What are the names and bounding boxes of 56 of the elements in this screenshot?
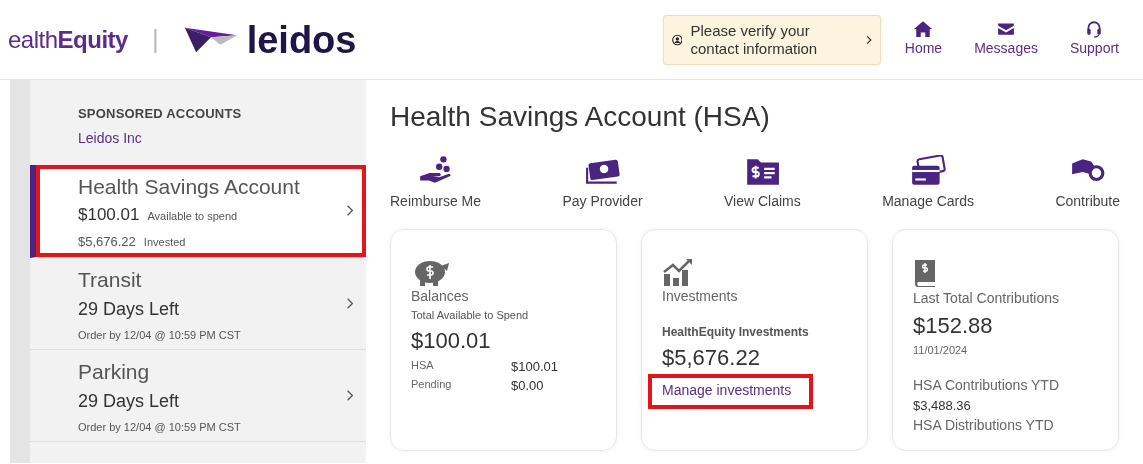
contribution-date: 11/01/2024 [913, 343, 969, 358]
account-title: Parking [78, 359, 151, 385]
chevron-right-icon [346, 389, 354, 402]
headset-icon [1085, 20, 1104, 38]
action-button[interactable]: View Claims [724, 154, 801, 213]
investment-amount: $5,676.22 [662, 344, 761, 372]
sponsor-name: Leidos Inc [78, 128, 143, 148]
healthequity-logo[interactable]: ealthEquity [8, 21, 128, 58]
amount-caption: Available to spend [147, 209, 238, 224]
balance-amount: $100.01 [411, 326, 492, 355]
card-title: Last Total Contributions [913, 289, 1061, 308]
account-title: Transit [78, 267, 143, 293]
stat-value: $3,488.36 [913, 396, 972, 415]
amount: $5,676.22 [78, 232, 136, 251]
card-subtitle: HealthEquity Investments [662, 324, 810, 341]
leidos-logo[interactable]: leidos [182, 20, 357, 59]
nav-home-link[interactable]: Home [896, 19, 951, 60]
days-left: 29 Days Left [78, 389, 181, 413]
chevron-right-icon [346, 297, 354, 310]
action-button[interactable]: Manage Cards [882, 154, 974, 213]
account-item[interactable]: Health Savings Account $100.01 Available to spend $5,676.22 Invested [30, 164, 366, 258]
days-left: 29 Days Left [78, 297, 181, 321]
stat-label: HSA Distributions YTD [913, 416, 1055, 435]
credit-cards-icon [910, 155, 947, 187]
account-item[interactable]: Parking 29 Days Left Order by 12/04 @ 10:59 PM CST [30, 350, 366, 442]
row-label: Pending [411, 377, 453, 392]
envelope-icon [997, 20, 1016, 38]
amount: $100.01 [78, 204, 140, 226]
page-title: Health Savings Account (HSA) [390, 100, 771, 134]
stat-label: HSA Contributions YTD [913, 375, 1061, 395]
verify-contact-banner[interactable]: Please verify your contact information [662, 14, 881, 65]
action-button[interactable]: Contribute [1055, 154, 1120, 213]
row-value: $0.00 [511, 377, 544, 395]
chevron-right-icon [346, 204, 354, 218]
card-subtitle: Total Available to Spend [411, 308, 530, 323]
action-button[interactable]: Reimburse Me [390, 154, 482, 213]
contribution-amount: $152.88 [913, 312, 994, 340]
account-item[interactable]: Transit 29 Days Left Order by 12/04 @ 10:59 PM CST [30, 258, 366, 350]
ledger-book-icon [913, 258, 937, 288]
logo-divider: | [151, 23, 159, 56]
account-title: Health Savings Account [78, 173, 301, 200]
section-heading: SPONSORED ACCOUNTS [78, 105, 243, 123]
card-title: Balances [411, 287, 470, 306]
swoosh-icon [182, 25, 239, 54]
manage-investments-link[interactable]: Manage investments [648, 374, 814, 409]
growth-chart-icon [662, 258, 694, 286]
row-value: $100.01 [511, 357, 558, 376]
amount-caption: Invested [143, 234, 186, 250]
row-label: HSA [411, 357, 435, 373]
action-button[interactable]: Pay Provider [562, 154, 643, 213]
home-icon [914, 20, 933, 38]
nav-messages-link[interactable]: Messages [966, 19, 1046, 60]
nav-support-link[interactable]: Support [1061, 19, 1127, 60]
order-deadline: Order by 12/04 @ 10:59 PM CST [78, 419, 242, 435]
order-deadline: Order by 12/04 @ 10:59 PM CST [78, 327, 242, 343]
card-title: Investments [662, 287, 739, 306]
